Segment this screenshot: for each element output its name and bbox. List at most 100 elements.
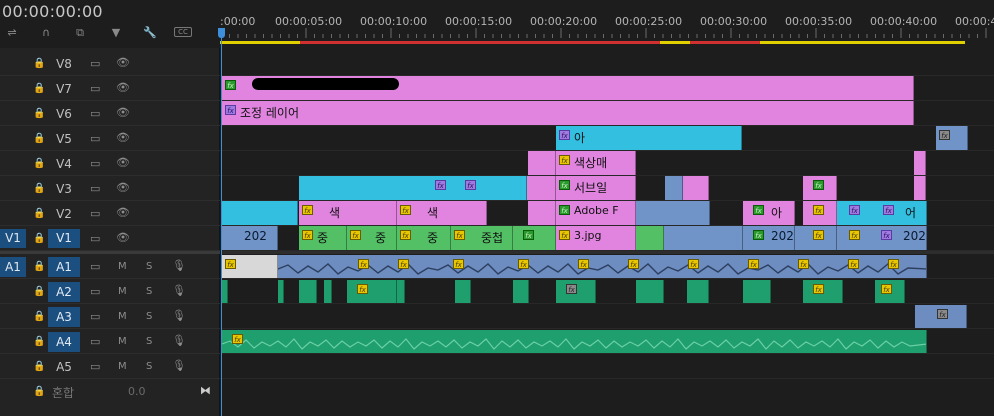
clip-v1-blue2[interactable]: fx bbox=[795, 226, 837, 250]
insert-icon[interactable]: ⇌ bbox=[4, 27, 20, 39]
clip-v3-end[interactable] bbox=[914, 176, 926, 200]
clip-v3-pink[interactable] bbox=[527, 176, 556, 200]
clip-v1-nested3[interactable]: fx 중 bbox=[397, 226, 451, 250]
eye-icon[interactable]: 👁 bbox=[116, 206, 130, 219]
clip-v1-first[interactable]: 202 bbox=[222, 226, 278, 250]
lock-icon[interactable]: 🔒 bbox=[33, 233, 45, 244]
clip-v2-pink4[interactable]: fx bbox=[803, 201, 837, 225]
clip-v2-pink[interactable] bbox=[528, 201, 556, 225]
lane-v5[interactable]: fx 아 fx bbox=[221, 126, 994, 151]
clip-v4-small[interactable] bbox=[528, 151, 556, 175]
eye-icon[interactable]: 👁 bbox=[116, 56, 130, 69]
lock-icon[interactable]: 🔒 bbox=[33, 158, 45, 169]
sync-lock-icon[interactable]: ▭ bbox=[90, 310, 100, 323]
track-name[interactable]: A4 bbox=[48, 332, 80, 352]
microphone-icon[interactable]: 🎙 bbox=[172, 309, 186, 322]
sync-lock-icon[interactable]: ▭ bbox=[90, 285, 100, 298]
audio-clip-a1-first[interactable]: fx bbox=[222, 255, 278, 278]
eye-icon[interactable]: 👁 bbox=[116, 231, 130, 244]
audio-clip-a2[interactable] bbox=[743, 280, 771, 303]
sync-lock-icon[interactable]: ▭ bbox=[90, 132, 100, 145]
track-name[interactable]: V6 bbox=[48, 107, 80, 121]
lock-icon[interactable]: 🔒 bbox=[33, 83, 45, 94]
clip-v3-pink2[interactable] bbox=[683, 176, 709, 200]
lane-a5[interactable] bbox=[221, 354, 994, 379]
sync-lock-icon[interactable]: ▭ bbox=[90, 260, 100, 273]
microphone-icon[interactable]: 🎙 bbox=[172, 284, 186, 297]
audio-clip-a2[interactable]: fx bbox=[347, 280, 397, 303]
audio-clip-a2[interactable] bbox=[455, 280, 471, 303]
source-patch-a1[interactable]: A1 bbox=[0, 257, 26, 277]
track-name[interactable]: V5 bbox=[48, 132, 80, 146]
eye-icon[interactable]: 👁 bbox=[116, 181, 130, 194]
lane-mix[interactable] bbox=[221, 379, 994, 416]
clip-v1-nested2[interactable]: fx 중 bbox=[347, 226, 397, 250]
lock-icon[interactable]: 🔒 bbox=[33, 133, 45, 144]
lane-a2[interactable]: fx fx fx fx bbox=[221, 279, 994, 304]
lock-icon[interactable]: 🔒 bbox=[33, 286, 45, 297]
lane-v7[interactable]: fx bbox=[221, 76, 994, 101]
track-name[interactable]: V4 bbox=[48, 157, 80, 171]
clip-color-matte[interactable]: fx 색상매 bbox=[556, 151, 636, 175]
lock-icon[interactable]: 🔒 bbox=[33, 311, 45, 322]
mute-button[interactable]: M bbox=[118, 286, 127, 297]
clip-v2-color2[interactable]: fx 색 bbox=[397, 201, 487, 225]
clip-v1-nested1[interactable]: fx 중 bbox=[299, 226, 347, 250]
time-ruler[interactable]: :00:00 00:00:05:00 00:00:10:00 00:00:15:… bbox=[220, 0, 994, 48]
eye-icon[interactable]: 👁 bbox=[116, 81, 130, 94]
mute-button[interactable]: M bbox=[118, 261, 127, 272]
go-to-edit-point-icon[interactable]: ⧓ bbox=[200, 384, 211, 397]
source-patch-v1[interactable]: V1 bbox=[0, 229, 26, 248]
clip-v2-end[interactable]: fx fx 어 bbox=[837, 201, 927, 225]
lock-icon[interactable]: 🔒 bbox=[33, 208, 45, 219]
solo-button[interactable]: S bbox=[146, 311, 152, 322]
solo-button[interactable]: S bbox=[146, 336, 152, 347]
clip-v1-green[interactable]: fx bbox=[513, 226, 556, 250]
lock-icon[interactable]: 🔒 bbox=[33, 386, 45, 397]
eye-icon[interactable]: 👁 bbox=[116, 106, 130, 119]
track-name[interactable]: V2 bbox=[48, 207, 80, 221]
lane-a3[interactable]: fx bbox=[221, 304, 994, 329]
microphone-icon[interactable]: 🎙 bbox=[172, 259, 186, 272]
lock-icon[interactable]: 🔒 bbox=[33, 361, 45, 372]
clip-v1-nested4[interactable]: fx 중첩 bbox=[451, 226, 513, 250]
clip-v3-cyan[interactable]: fx fx bbox=[299, 176, 527, 200]
lane-v6[interactable]: fx 조정 레이어 bbox=[221, 101, 994, 126]
track-name[interactable]: V1 bbox=[48, 229, 80, 248]
lock-icon[interactable]: 🔒 bbox=[33, 58, 45, 69]
solo-button[interactable]: S bbox=[146, 261, 152, 272]
eye-icon[interactable]: 👁 bbox=[116, 131, 130, 144]
clip-v2-a[interactable]: fx 아 bbox=[743, 201, 795, 225]
lane-v1[interactable]: 202 fx 중 fx 중 fx 중 fx 중첩 fx fx 3.jpg fx … bbox=[221, 226, 994, 251]
clip-v1-green2[interactable] bbox=[636, 226, 664, 250]
lane-v8[interactable] bbox=[221, 52, 994, 76]
track-name[interactable]: V3 bbox=[48, 182, 80, 196]
clip-v1-202[interactable]: fx 202 bbox=[743, 226, 795, 250]
clip-adobe-font[interactable]: fx Adobe F bbox=[556, 201, 636, 225]
sync-lock-icon[interactable]: ▭ bbox=[90, 157, 100, 170]
audio-clip-a2[interactable]: fx bbox=[803, 280, 843, 303]
sync-lock-icon[interactable]: ▭ bbox=[90, 182, 100, 195]
clip-3-jpg[interactable]: fx 3.jpg bbox=[556, 226, 636, 250]
clip-v1-blue[interactable] bbox=[664, 226, 743, 250]
sync-lock-icon[interactable]: ▭ bbox=[90, 82, 100, 95]
linked-selection-icon[interactable]: ⧉ bbox=[72, 27, 88, 39]
audio-clip-a2[interactable] bbox=[324, 280, 332, 303]
snap-icon[interactable]: ∩ bbox=[38, 27, 54, 39]
clip-adjustment-layer[interactable]: fx 조정 레이어 bbox=[222, 101, 914, 125]
clip-v4-end[interactable] bbox=[914, 151, 926, 175]
sync-lock-icon[interactable]: ▭ bbox=[90, 207, 100, 220]
track-name[interactable]: V8 bbox=[48, 57, 80, 71]
solo-button[interactable]: S bbox=[146, 286, 152, 297]
clip-v5-end[interactable]: fx bbox=[936, 126, 968, 150]
lock-icon[interactable]: 🔒 bbox=[33, 261, 45, 272]
clip-v3-blue[interactable] bbox=[665, 176, 683, 200]
microphone-icon[interactable]: 🎙 bbox=[172, 334, 186, 347]
track-name[interactable]: A3 bbox=[48, 307, 80, 327]
audio-clip-a2[interactable] bbox=[687, 280, 709, 303]
track-name[interactable]: A1 bbox=[48, 257, 80, 277]
clip-v5[interactable]: fx 아 bbox=[556, 126, 742, 150]
mute-button[interactable]: M bbox=[118, 336, 127, 347]
sync-lock-icon[interactable]: ▭ bbox=[90, 360, 100, 373]
add-marker-icon[interactable]: ▼ bbox=[108, 27, 124, 39]
